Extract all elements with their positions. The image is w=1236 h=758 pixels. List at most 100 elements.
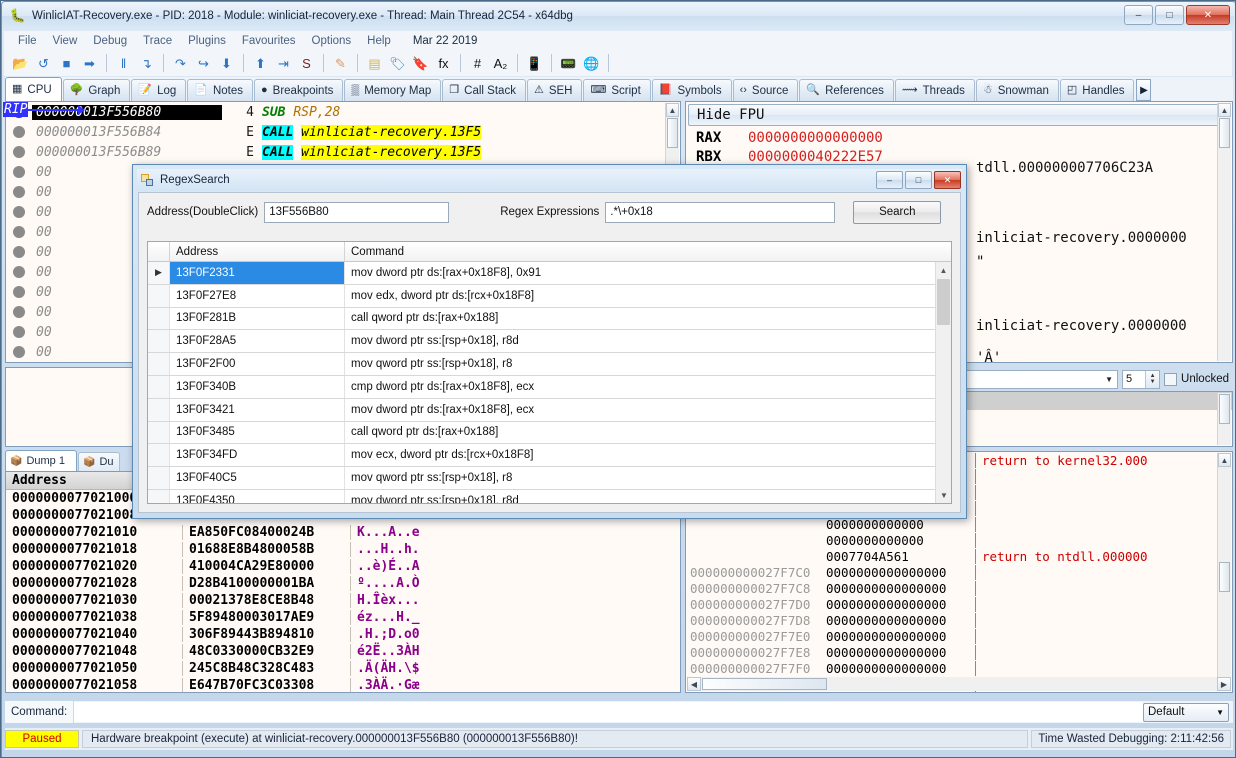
dialog-minimize-button[interactable]: – xyxy=(876,171,903,189)
step-over-icon[interactable]: ↷ xyxy=(170,53,191,74)
tab-script[interactable]: ⌨Script xyxy=(583,79,650,101)
dump-tab-1[interactable]: 📦Dump 1 xyxy=(5,450,77,471)
bookmark-icon[interactable]: 🔖 xyxy=(410,53,431,74)
globe-icon[interactable]: 🌐 xyxy=(581,53,602,74)
breakpoint-toggle[interactable] xyxy=(6,226,32,238)
pause-icon[interactable]: ‖ xyxy=(113,53,134,74)
menu-plugins[interactable]: Plugins xyxy=(180,33,234,49)
stack-hscrollbar[interactable]: ◀ ▶ xyxy=(687,677,1231,691)
tab-log[interactable]: 📝Log xyxy=(131,79,186,101)
tab-cpu[interactable]: ▦CPU xyxy=(5,77,62,101)
table-row[interactable]: 13F0F34FDmov ecx, dword ptr ds:[rcx+0x18… xyxy=(148,444,951,467)
register-row[interactable]: RAX0000000000000000 xyxy=(686,128,1232,147)
breakpoint-toggle[interactable] xyxy=(6,266,32,278)
step-into-icon[interactable]: ↴ xyxy=(136,53,157,74)
dump-row[interactable]: 000000007702101801688E8B4800058B...H..h. xyxy=(6,541,680,558)
scroll-up-icon[interactable]: ▲ xyxy=(1218,103,1231,117)
table-row[interactable]: 13F0F281Bcall qword ptr ds:[rax+0x188] xyxy=(148,308,951,331)
tab-symbols[interactable]: 📕Symbols xyxy=(652,79,732,101)
menu-trace[interactable]: Trace xyxy=(135,33,180,49)
scroll-thumb[interactable] xyxy=(937,279,950,325)
comment-icon[interactable]: ▤ xyxy=(364,53,385,74)
hash-icon[interactable]: # xyxy=(467,53,488,74)
scroll-up-icon[interactable]: ▲ xyxy=(666,103,679,117)
breakpoint-toggle[interactable] xyxy=(6,206,32,218)
breakpoint-toggle[interactable] xyxy=(6,346,32,358)
menu-debug[interactable]: Debug xyxy=(85,33,135,49)
step-out-icon[interactable]: ↪ xyxy=(193,53,214,74)
table-row[interactable]: 13F0F2F00mov qword ptr ss:[rsp+0x18], r8 xyxy=(148,353,951,376)
arguments-scrollbar[interactable] xyxy=(1217,393,1231,445)
chevron-down-icon[interactable]: ▼ xyxy=(1216,708,1224,717)
command-input[interactable] xyxy=(74,702,1143,722)
tab-graph[interactable]: 🌳Graph xyxy=(63,79,131,101)
tab-references[interactable]: 🔍References xyxy=(799,79,894,101)
tab-handles[interactable]: ◰Handles xyxy=(1060,79,1135,101)
disassembly-row[interactable]: 000000013F556B804SUB RSP,28 xyxy=(6,102,680,122)
close-button[interactable]: ✕ xyxy=(1186,5,1230,25)
search-button[interactable]: Search xyxy=(853,201,941,224)
unlocked-checkbox-wrapper[interactable]: Unlocked xyxy=(1164,373,1229,386)
scroll-left-icon[interactable]: ◀ xyxy=(687,677,701,691)
restart-icon[interactable]: ↺ xyxy=(33,53,54,74)
results-grid-scrollbar[interactable]: ▲ ▼ xyxy=(935,262,951,503)
scroll-down-icon[interactable]: ▼ xyxy=(936,487,952,503)
chevron-down-icon[interactable]: ▼ xyxy=(1101,371,1117,388)
dump-row[interactable]: 00000000770210385F89480003017AE9éz...H._ xyxy=(6,609,680,626)
stack-row[interactable]: 000000000027F7E00000000000000000 xyxy=(686,628,1232,644)
dump-row[interactable]: 0000000077021058E647B70FC3C03308.3ÀÄ.·Gæ xyxy=(6,677,680,693)
stop-icon[interactable]: ■ xyxy=(56,53,77,74)
menu-file[interactable]: File xyxy=(10,33,45,49)
dump-tab-2[interactable]: 📦Du xyxy=(78,452,120,471)
calculator-icon[interactable]: 📟 xyxy=(558,53,579,74)
hide-fpu-button[interactable]: Hide FPU xyxy=(688,104,1230,126)
results-grid[interactable]: Address Command ▶13F0F2331mov dword ptr … xyxy=(147,241,952,504)
dump-row[interactable]: 000000007702103000021378E8CE8B48H.Îèx... xyxy=(6,592,680,609)
scroll-thumb[interactable] xyxy=(1219,562,1230,592)
menu-favourites[interactable]: Favourites xyxy=(234,33,304,49)
run-icon[interactable]: ➡ xyxy=(79,53,100,74)
attach-icon[interactable]: 📱 xyxy=(524,53,545,74)
tab-memory-map[interactable]: ▒Memory Map xyxy=(344,79,441,101)
column-header-command[interactable]: Command xyxy=(345,242,951,261)
tab-snowman[interactable]: ☃Snowman xyxy=(976,79,1059,101)
stack-row[interactable]: 000000000027F8000000000000000000 xyxy=(686,692,1232,693)
minimize-button[interactable]: – xyxy=(1124,5,1153,25)
tab-threads[interactable]: ⟿Threads xyxy=(895,79,975,101)
breakpoint-toggle[interactable] xyxy=(6,186,32,198)
open-file-icon[interactable]: 📂 xyxy=(10,53,31,74)
breakpoint-toggle[interactable] xyxy=(6,166,32,178)
spinner-arrows-icon[interactable]: ▲▼ xyxy=(1145,371,1159,388)
dump-row[interactable]: 0000000077021050245C8B48C328C483.Ä(ÄH.\$ xyxy=(6,660,680,677)
table-row[interactable]: 13F0F340Bcmp dword ptr ds:[rax+0x18F8], … xyxy=(148,376,951,399)
table-row[interactable]: 13F0F4350mov dword ptr ss:[rsp+0x18], r8… xyxy=(148,490,951,504)
stack-row[interactable]: 000000000027F7C00000000000000000 xyxy=(686,564,1232,580)
breakpoint-toggle[interactable] xyxy=(6,126,32,138)
disassembly-row[interactable]: 000000013F556B84ECALL winliciat-recovery… xyxy=(6,122,680,142)
table-row[interactable]: 13F0F28A5mov dword ptr ss:[rsp+0x18], r8… xyxy=(148,330,951,353)
text-icon[interactable]: A₂ xyxy=(490,53,511,74)
run-to-icon[interactable]: ⬇ xyxy=(216,53,237,74)
breakpoint-toggle[interactable] xyxy=(6,246,32,258)
table-row[interactable]: 13F0F27E8mov edx, dword ptr ds:[rcx+0x18… xyxy=(148,285,951,308)
table-row[interactable]: ▶13F0F2331mov dword ptr ds:[rax+0x18F8],… xyxy=(148,262,951,285)
stack-row[interactable]: 000000000027F7C80000000000000000 xyxy=(686,580,1232,596)
tab-scroll-right-icon[interactable]: ▶ xyxy=(1136,79,1151,101)
tab-call-stack[interactable]: ❐Call Stack xyxy=(442,79,526,101)
label-icon[interactable]: 🏷 xyxy=(387,53,408,74)
scroll-thumb[interactable] xyxy=(667,118,678,148)
stack-row[interactable]: 000000000027F7D80000000000000000 xyxy=(686,612,1232,628)
dialog-maximize-button[interactable]: □ xyxy=(905,171,932,189)
patch-icon[interactable]: ✎ xyxy=(330,53,351,74)
scroll-up-icon[interactable]: ▲ xyxy=(936,262,951,278)
scroll-thumb-h[interactable] xyxy=(702,678,827,690)
stack-row[interactable]: 000000000027F7E80000000000000000 xyxy=(686,644,1232,660)
tab-seh[interactable]: ⚠SEH xyxy=(527,79,583,101)
dump-row[interactable]: 0000000077021020410004CA29E80000..è)É..A xyxy=(6,558,680,575)
regex-search-dialog[interactable]: RegexSearch – □ ✕ Address(DoubleClick) 1… xyxy=(132,164,967,519)
maximize-button[interactable]: □ xyxy=(1155,5,1184,25)
dump-row[interactable]: 0000000077021010EA850FC08400024BK...A..e xyxy=(6,524,680,541)
scylla-icon[interactable]: S xyxy=(296,53,317,74)
breakpoint-toggle[interactable] xyxy=(6,286,32,298)
breakpoint-toggle[interactable] xyxy=(6,306,32,318)
